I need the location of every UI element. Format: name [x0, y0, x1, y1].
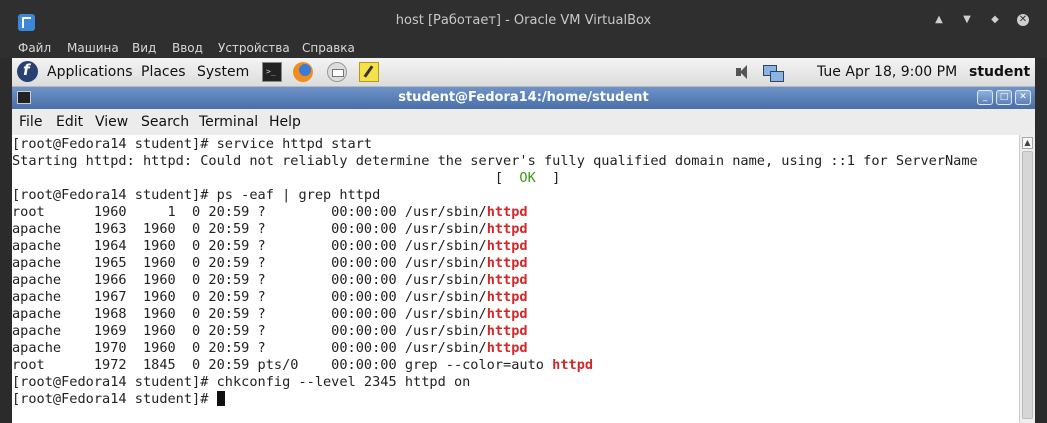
grep-match: httpd	[552, 357, 594, 373]
terminal-line: apache 1963 1960 0 20:59 ? 00:00:00 /usr…	[12, 221, 528, 237]
panel-user[interactable]: student	[969, 64, 1030, 80]
terminal-line: apache 1966 1960 0 20:59 ? 00:00:00 /usr…	[12, 272, 528, 288]
grep-match: httpd	[486, 340, 528, 356]
terminal-line: Starting httpd: httpd: Could not reliabl…	[12, 153, 978, 169]
close-icon[interactable]: ✕	[1017, 14, 1029, 26]
vbox-menu-input[interactable]: Ввод	[172, 41, 203, 55]
grep-match: httpd	[486, 323, 528, 339]
terminal-window: student@Fedora14:/home/student _ □ ✕ Fil…	[12, 87, 1035, 423]
grep-match: httpd	[486, 255, 528, 271]
grep-match: httpd	[486, 204, 528, 220]
virtualbox-titlebar: host [Работает] - Oracle VM VirtualBox ▲…	[0, 0, 1047, 38]
terminal-launcher-icon[interactable]	[262, 62, 282, 82]
terminal-line: root 1960 1 0 20:59 ? 00:00:00 /usr/sbin…	[12, 204, 528, 220]
panel-menu-applications[interactable]: Applications	[47, 64, 133, 80]
vbox-menu-devices[interactable]: Устройства	[218, 41, 290, 55]
terminal-line: apache 1969 1960 0 20:59 ? 00:00:00 /usr…	[12, 323, 528, 339]
grep-match: httpd	[486, 238, 528, 254]
terminal-line: root 1972 1845 0 20:59 pts/0 00:00:00 gr…	[12, 357, 594, 373]
shade-up-icon[interactable]: ▲	[933, 14, 945, 26]
vbox-menu-machine[interactable]: Машина	[67, 41, 119, 55]
terminal-title: student@Fedora14:/home/student	[398, 90, 649, 105]
terminal-close-icon[interactable]: ✕	[1015, 90, 1031, 105]
terminal-menu-file[interactable]: File	[19, 114, 42, 130]
terminal-line: [root@Fedora14 student]# ps -eaf | grep …	[12, 187, 381, 203]
terminal-menubar: File Edit View Search Terminal Help	[12, 109, 1035, 136]
terminal-minimize-icon[interactable]: _	[977, 90, 993, 105]
terminal-menu-terminal[interactable]: Terminal	[199, 114, 258, 130]
panel-menu-system[interactable]: System	[197, 64, 249, 80]
terminal-line: [root@Fedora14 student]#	[12, 391, 225, 408]
panel-clock[interactable]: Tue Apr 18, 9:00 PM	[817, 64, 957, 80]
grep-match: httpd	[486, 272, 528, 288]
scroll-up-icon[interactable]: ▲	[1022, 137, 1033, 149]
terminal-line: [root@Fedora14 student]# service httpd s…	[12, 136, 373, 152]
virtualbox-menubar: Файл Машина Вид Ввод Устройства Справка	[0, 38, 1047, 58]
network-icon[interactable]	[762, 62, 784, 82]
terminal-line: apache 1965 1960 0 20:59 ? 00:00:00 /usr…	[12, 255, 528, 271]
terminal-menu-help[interactable]: Help	[269, 114, 301, 130]
ok-status: OK	[519, 170, 536, 186]
text-cursor	[216, 391, 225, 406]
terminal-menu-search[interactable]: Search	[141, 114, 189, 130]
grep-match: httpd	[486, 289, 528, 305]
maximize-icon[interactable]: ◆	[989, 14, 1001, 26]
terminal-line: apache 1967 1960 0 20:59 ? 00:00:00 /usr…	[12, 289, 528, 305]
terminal-line: [ OK ]	[12, 170, 561, 186]
fedora-logo-icon[interactable]	[17, 61, 38, 82]
minimize-icon[interactable]: ▼	[961, 14, 973, 26]
terminal-line: apache 1968 1960 0 20:59 ? 00:00:00 /usr…	[12, 306, 528, 322]
terminal-line: [root@Fedora14 student]# chkconfig --lev…	[12, 374, 471, 390]
vbox-menu-help[interactable]: Справка	[302, 41, 355, 55]
speaker-icon[interactable]	[734, 62, 756, 82]
grep-match: httpd	[486, 221, 528, 237]
panel-menu-places[interactable]: Places	[141, 64, 186, 80]
terminal-titlebar[interactable]: student@Fedora14:/home/student _ □ ✕	[12, 87, 1035, 109]
terminal-menu-edit[interactable]: Edit	[56, 114, 83, 130]
vbox-menu-view[interactable]: Вид	[132, 41, 156, 55]
terminal-output[interactable]: [root@Fedora14 student]# service httpd s…	[12, 135, 1019, 423]
terminal-menu-view[interactable]: View	[95, 114, 128, 130]
firefox-launcher-icon[interactable]	[293, 62, 313, 82]
gnome-top-panel: Applications Places System Tue Apr 18, 9…	[12, 58, 1035, 87]
terminal-line: apache 1970 1960 0 20:59 ? 00:00:00 /usr…	[12, 340, 528, 356]
terminal-maximize-icon[interactable]: □	[996, 90, 1012, 105]
mail-launcher-icon[interactable]	[327, 62, 347, 82]
grep-match: httpd	[486, 306, 528, 322]
notes-launcher-icon[interactable]	[359, 62, 379, 82]
vbox-menu-file[interactable]: Файл	[18, 41, 51, 55]
scrollbar-thumb[interactable]	[1022, 151, 1033, 419]
terminal-scrollbar[interactable]: ▲	[1019, 135, 1035, 423]
virtualbox-window-title: host [Работает] - Oracle VM VirtualBox	[395, 13, 652, 28]
guest-display[interactable]: Applications Places System Tue Apr 18, 9…	[12, 58, 1035, 423]
terminal-line: apache 1964 1960 0 20:59 ? 00:00:00 /usr…	[12, 238, 528, 254]
